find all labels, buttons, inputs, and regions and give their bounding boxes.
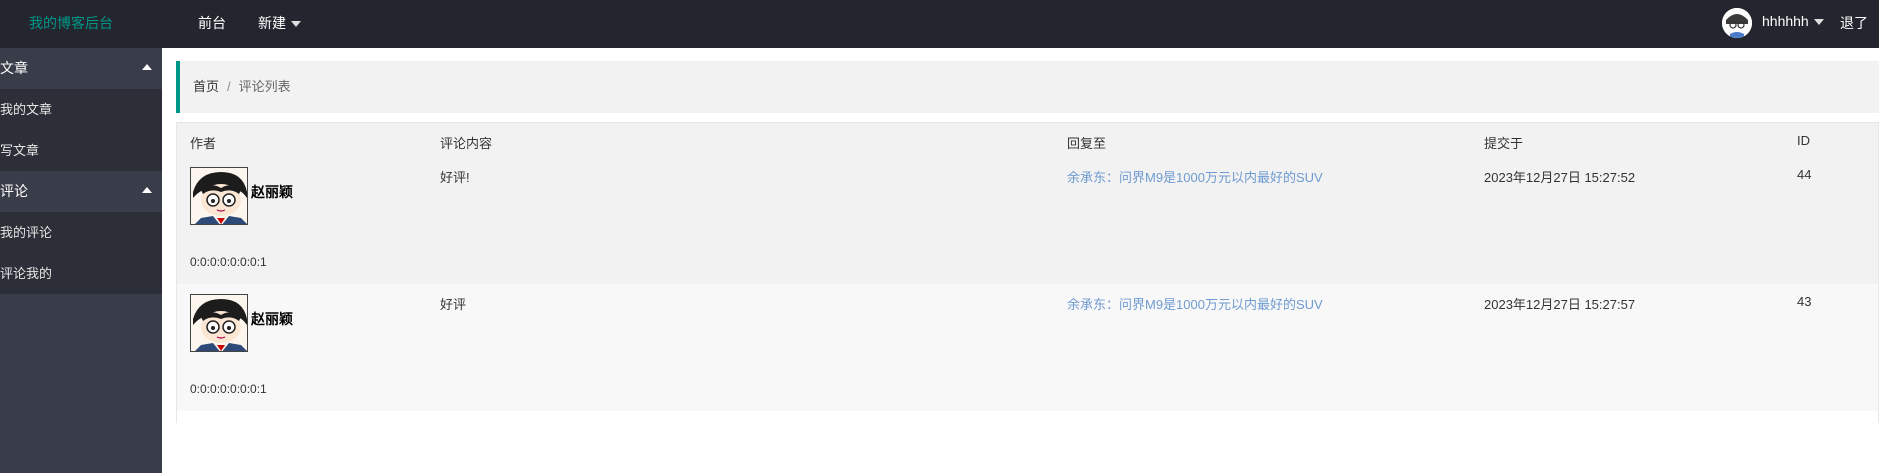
username-label: hhhhhh: [1762, 13, 1809, 29]
author-name: 赵丽颖: [251, 311, 293, 327]
comment-id: 44: [1797, 167, 1812, 182]
author-ip: 0:0:0:0:0:0:0:1: [190, 255, 267, 269]
comment-content: 好评: [440, 297, 467, 312]
column-header-id: ID: [1797, 133, 1810, 148]
breadcrumb-current: 评论列表: [238, 79, 291, 94]
nav-new-dropdown[interactable]: 新建: [258, 13, 301, 33]
sidebar-articles-children: 我的文章 写文章: [0, 89, 162, 171]
author-avatar: [190, 167, 248, 225]
column-header-author: 作者: [190, 136, 217, 151]
sidebar-item-write-article[interactable]: 写文章: [0, 130, 162, 171]
user-menu[interactable]: hhhhhh: [1762, 13, 1824, 29]
column-header-submitted: 提交于: [1484, 136, 1524, 151]
nav-new-label: 新建: [258, 15, 286, 31]
sidebar: 文章 我的文章 写文章 评论 我的评论 评论我的: [0, 48, 162, 473]
submitted-time: 2023年12月27日 15:27:57: [1484, 297, 1636, 312]
avatar-face-icon: [191, 295, 247, 351]
sidebar-item-comments-to-me[interactable]: 评论我的: [0, 253, 162, 294]
sidebar-comments-children: 我的评论 评论我的: [0, 212, 162, 294]
user-avatar[interactable]: [1722, 8, 1752, 38]
comment-id: 43: [1797, 294, 1812, 309]
submitted-time: 2023年12月27日 15:27:52: [1484, 170, 1636, 185]
sidebar-item-my-comments[interactable]: 我的评论: [0, 212, 162, 253]
logout-link[interactable]: 退了: [1840, 13, 1868, 33]
column-header-reply-to: 回复至: [1067, 136, 1107, 151]
author-name: 赵丽颖: [251, 184, 293, 200]
breadcrumb-separator: /: [227, 79, 231, 94]
table-row: 赵丽颖 0:0:0:0:0:0:0:1 好评! 余承东：问界M9是1000万元以…: [177, 157, 1878, 284]
sidebar-section-comments[interactable]: 评论: [0, 171, 162, 212]
chevron-up-icon: [142, 187, 152, 193]
table-header: 作者 评论内容 回复至 提交于 ID: [177, 123, 1878, 157]
column-header-content: 评论内容: [440, 136, 493, 151]
breadcrumb: 首页 / 评论列表: [176, 61, 1879, 113]
table-bottom-spacer: [177, 411, 1878, 423]
sidebar-section-label: 评论: [0, 183, 28, 199]
author-avatar: [190, 294, 248, 352]
avatar-face-icon: [191, 168, 247, 224]
nav-front-link[interactable]: 前台: [198, 13, 226, 33]
sidebar-item-my-articles[interactable]: 我的文章: [0, 89, 162, 130]
chevron-down-icon: [1813, 19, 1824, 26]
avatar-face-icon: [1722, 8, 1752, 38]
comment-content: 好评!: [440, 170, 470, 185]
sidebar-section-articles[interactable]: 文章: [0, 48, 162, 89]
site-logo[interactable]: 我的博客后台: [29, 13, 113, 33]
chevron-up-icon: [142, 64, 152, 70]
table-row: 赵丽颖 0:0:0:0:0:0:0:1 好评 余承东：问界M9是1000万元以内…: [177, 284, 1878, 411]
reply-to-link[interactable]: 余承东：问界M9是1000万元以内最好的SUV: [1067, 167, 1323, 186]
author-ip: 0:0:0:0:0:0:0:1: [190, 382, 267, 396]
breadcrumb-home-link[interactable]: 首页: [193, 79, 219, 94]
chevron-down-icon: [291, 21, 301, 28]
top-navbar: 我的博客后台 前台 新建 hhhhhh 退了: [0, 0, 1879, 48]
comments-table: 作者 评论内容 回复至 提交于 ID 赵丽颖 0:0:0:0:0:0:0:1 好…: [176, 122, 1879, 423]
reply-to-link[interactable]: 余承东：问界M9是1000万元以内最好的SUV: [1067, 294, 1323, 313]
sidebar-section-label: 文章: [0, 60, 28, 76]
